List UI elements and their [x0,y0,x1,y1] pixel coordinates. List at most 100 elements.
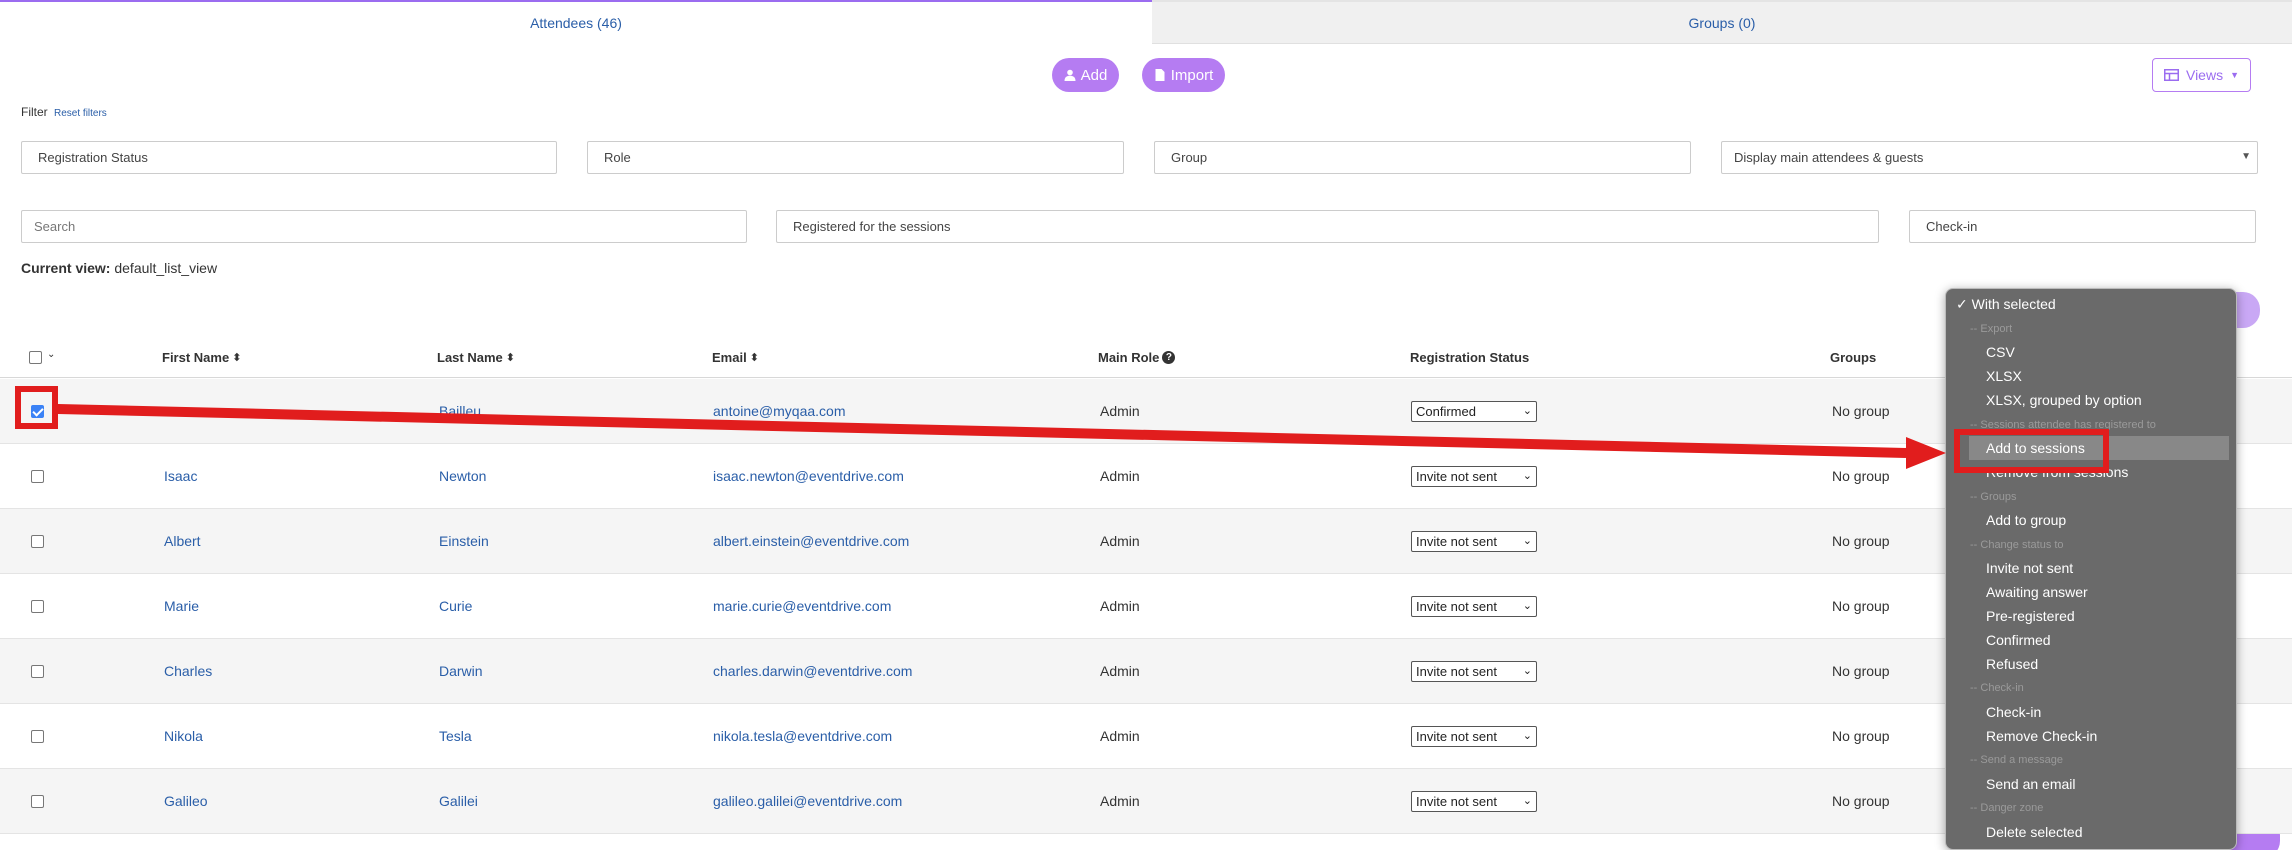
group-cell: No group [1832,403,1890,419]
chevron-down-icon[interactable]: ⌄ [47,349,55,360]
chevron-down-icon: ⌄ [1522,795,1532,807]
row-checkbox[interactable] [31,665,44,678]
tab-bar: Attendees (46) Groups (0) [0,0,2292,44]
chevron-down-icon: ⌄ [1522,535,1532,547]
chevron-down-icon: ⌄ [1522,470,1532,482]
email-cell[interactable]: marie.curie@eventdrive.com [713,598,891,614]
role-cell: Admin [1100,403,1140,419]
last-name-cell[interactable]: Galilei [439,793,478,809]
bulk-actions-menu[interactable]: ✓ With selected -- Export CSV XLSX XLSX,… [1945,288,2237,850]
status-select-value: Confirmed [1416,404,1476,419]
status-select-value: Invite not sent [1416,599,1497,614]
last-name-cell[interactable]: Bailleu [439,403,481,419]
first-name-header[interactable]: First Name ⬍ [162,350,241,365]
display-mode-select[interactable]: Display main attendees & guests ▼ [1721,141,2258,174]
menu-item-xlsx[interactable]: XLSX [1986,368,2022,384]
help-icon[interactable]: ? [1162,351,1176,364]
first-name-cell[interactable]: Charles [164,663,212,679]
add-button[interactable]: Add [1052,58,1119,92]
sort-icon: ⬍ [749,352,759,364]
status-select-value: Invite not sent [1416,469,1497,484]
first-name-cell[interactable]: Isaac [164,468,197,484]
tab-groups[interactable]: Groups (0) [1152,0,2292,44]
email-cell[interactable]: nikola.tesla@eventdrive.com [713,728,892,744]
menu-item-refused[interactable]: Refused [1986,656,2038,672]
row-checkbox[interactable] [31,795,44,808]
group-cell: No group [1832,468,1890,484]
email-header[interactable]: Email ⬍ [712,350,759,365]
import-button[interactable]: Import [1142,58,1225,92]
select-all-checkbox[interactable] [29,351,42,364]
status-select[interactable]: Invite not sent ⌄ [1411,661,1537,682]
user-icon [1064,69,1076,81]
last-name-cell[interactable]: Einstein [439,533,489,549]
search-input[interactable]: Search [21,210,747,243]
menu-item-xlsx-grouped[interactable]: XLSX, grouped by option [1986,392,2142,408]
first-name-cell[interactable]: Albert [164,533,201,549]
status-select[interactable]: Confirmed ⌄ [1411,401,1537,422]
last-name-cell[interactable]: Tesla [439,728,472,744]
checkin-filter[interactable]: Check-in [1909,210,2256,243]
table-icon [2163,69,2179,81]
status-select-value: Invite not sent [1416,729,1497,744]
group-cell: No group [1832,598,1890,614]
email-cell[interactable]: antoine@myqaa.com [713,403,846,419]
first-name-cell[interactable]: Galileo [164,793,208,809]
menu-item-delete-selected[interactable]: Delete selected [1986,824,2083,840]
menu-item-checkin[interactable]: Check-in [1986,704,2041,720]
last-name-header[interactable]: Last Name ⬍ [437,350,515,365]
current-view: Current view: default_list_view [21,260,217,276]
menu-item-invite-not-sent[interactable]: Invite not sent [1986,560,2073,576]
menu-item-send-email[interactable]: Send an email [1986,776,2076,792]
email-cell[interactable]: isaac.newton@eventdrive.com [713,468,904,484]
tab-attendees[interactable]: Attendees (46) [0,0,1152,44]
role-cell: Admin [1100,533,1140,549]
status-select[interactable]: Invite not sent ⌄ [1411,466,1537,487]
menu-item-pre-registered[interactable]: Pre-registered [1986,608,2075,624]
registration-status-filter[interactable]: Registration Status [21,141,557,174]
status-select[interactable]: Invite not sent ⌄ [1411,596,1537,617]
status-select-value: Invite not sent [1416,794,1497,809]
last-name-cell[interactable]: Curie [439,598,472,614]
row-checkbox[interactable] [31,730,44,743]
menu-header-checkin: -- Check-in [1970,682,2024,694]
first-name-header-label: First Name [162,350,230,365]
first-name-cell[interactable]: Marie [164,598,199,614]
row-checkbox[interactable] [31,535,44,548]
menu-item-confirmed[interactable]: Confirmed [1986,632,2051,648]
group-cell: No group [1832,728,1890,744]
first-name-cell[interactable]: Nikola [164,728,203,744]
group-filter[interactable]: Group [1154,141,1691,174]
add-label: Add [1080,66,1108,84]
email-cell[interactable]: albert.einstein@eventdrive.com [713,533,909,549]
menu-item-remove-checkin[interactable]: Remove Check-in [1986,728,2097,744]
row-checkbox[interactable] [31,600,44,613]
annotation-highlight-menu-item [1954,429,2109,473]
status-select[interactable]: Invite not sent ⌄ [1411,531,1537,552]
last-name-cell[interactable]: Darwin [439,663,483,679]
email-cell[interactable]: galileo.galilei@eventdrive.com [713,793,902,809]
row-checkbox[interactable] [31,470,44,483]
reset-filters-link[interactable]: Reset filters [54,108,107,119]
annotation-highlight-checkbox [15,386,58,429]
views-label: Views [2185,67,2224,83]
status-select[interactable]: Invite not sent ⌄ [1411,791,1537,812]
menu-item-awaiting-answer[interactable]: Awaiting answer [1986,584,2088,600]
menu-item-add-to-group[interactable]: Add to group [1986,512,2066,528]
role-filter[interactable]: Role [587,141,1124,174]
main-role-header-label: Main Role [1098,350,1160,365]
role-cell: Admin [1100,598,1140,614]
current-view-value: default_list_view [114,260,218,276]
views-button[interactable]: Views ▼ [2152,58,2251,92]
sort-icon: ⬍ [232,352,242,364]
sessions-filter[interactable]: Registered for the sessions [776,210,1879,243]
email-header-label: Email [712,350,747,365]
email-cell[interactable]: charles.darwin@eventdrive.com [713,663,912,679]
role-cell: Admin [1100,728,1140,744]
sort-icon: ⬍ [505,352,515,364]
last-name-cell[interactable]: Newton [439,468,486,484]
caret-down-icon: ▼ [2230,70,2239,80]
menu-title[interactable]: ✓ With selected [1956,296,2056,313]
menu-item-csv[interactable]: CSV [1986,344,2015,360]
status-select[interactable]: Invite not sent ⌄ [1411,726,1537,747]
